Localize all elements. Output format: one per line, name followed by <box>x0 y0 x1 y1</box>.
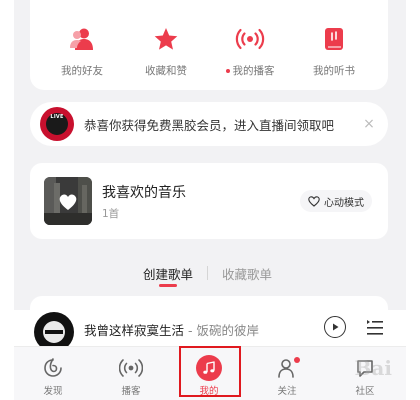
app-screen: 我的好友 收藏和赞 我的播客 我的听书 LIVE 恭喜你获得免费黑胶会员，进入直… <box>0 0 420 400</box>
nav-label: 发现 <box>43 386 63 397</box>
active-tab-indicator <box>159 284 177 287</box>
now-playing-info: 我曾这样寂寞生活 - 饭碗的彼岸 <box>84 320 259 339</box>
nav-label: 播客 <box>121 386 141 397</box>
tab-divider <box>207 266 208 280</box>
heartbeat-mode-label: 心动模式 <box>324 197 364 209</box>
discover-icon <box>23 355 83 381</box>
notice-text: 恭喜你获得免费黑胶会员，进入直播间领取吧 <box>84 117 335 133</box>
quick-action-label: 我的听书 <box>313 65 355 77</box>
quick-action-friends[interactable]: 我的好友 <box>40 26 124 78</box>
quick-action-audiobooks[interactable]: 我的听书 <box>292 26 376 78</box>
new-activity-dot <box>294 357 300 363</box>
song-artist: 饭碗的彼岸 <box>196 323 259 338</box>
quick-actions-card: 我的好友 收藏和赞 我的播客 我的听书 <box>30 0 388 90</box>
star-icon <box>124 26 208 52</box>
playlist-cover <box>44 177 92 225</box>
vip-notice-banner[interactable]: LIVE 恭喜你获得免费黑胶会员，进入直播间领取吧 × <box>30 102 388 146</box>
play-button[interactable] <box>324 316 346 338</box>
song-count: 1首 <box>102 208 120 220</box>
community-icon <box>335 355 395 381</box>
nav-discover[interactable]: 发现 <box>23 355 83 397</box>
playlist-tabs: 创建歌单 收藏歌单 <box>0 262 420 288</box>
friends-icon <box>40 26 124 52</box>
live-badge-text: LIVE <box>50 114 64 120</box>
live-badge-icon: LIVE <box>40 107 74 141</box>
quick-action-podcasts[interactable]: 我的播客 <box>208 26 292 78</box>
nav-podcast[interactable]: 播客 <box>101 355 161 397</box>
annotation-highlight-box <box>179 346 241 397</box>
quick-action-label: 我的播客 <box>232 65 275 77</box>
playlist-queue-button[interactable] <box>366 317 384 337</box>
quick-action-favorites[interactable]: 收藏和赞 <box>124 26 208 78</box>
nav-label: 社区 <box>355 386 375 397</box>
follow-icon <box>257 355 317 381</box>
right-margin <box>406 0 420 400</box>
nav-community[interactable]: 社区 <box>335 355 395 397</box>
song-title: 我曾这样寂寞生活 <box>84 323 185 338</box>
left-margin <box>0 0 14 400</box>
heart-icon <box>308 195 320 207</box>
liked-music-title: 我喜欢的音乐 <box>102 185 186 201</box>
unread-dot <box>225 68 230 73</box>
nav-follow[interactable]: 关注 <box>257 355 317 397</box>
tab-collected-playlists[interactable]: 收藏歌单 <box>222 264 272 283</box>
nav-label: 关注 <box>277 386 297 397</box>
podcast-icon <box>101 355 161 381</box>
liked-music-card[interactable]: 我喜欢的音乐 1首 心动模式 <box>30 163 388 239</box>
queue-list-icon <box>367 320 383 335</box>
song-separator: - <box>184 323 197 338</box>
quick-action-label: 收藏和赞 <box>145 65 187 77</box>
close-icon[interactable]: × <box>356 116 382 132</box>
audiobook-icon <box>292 26 376 52</box>
tab-created-playlists[interactable]: 创建歌单 <box>143 264 193 283</box>
play-icon <box>333 323 339 331</box>
heartbeat-mode-button[interactable]: 心动模式 <box>300 190 372 212</box>
podcast-icon <box>208 26 292 52</box>
now-playing-bar[interactable]: 我曾这样寂寞生活 - 饭碗的彼岸 <box>14 310 406 352</box>
quick-action-label: 我的好友 <box>61 65 103 77</box>
